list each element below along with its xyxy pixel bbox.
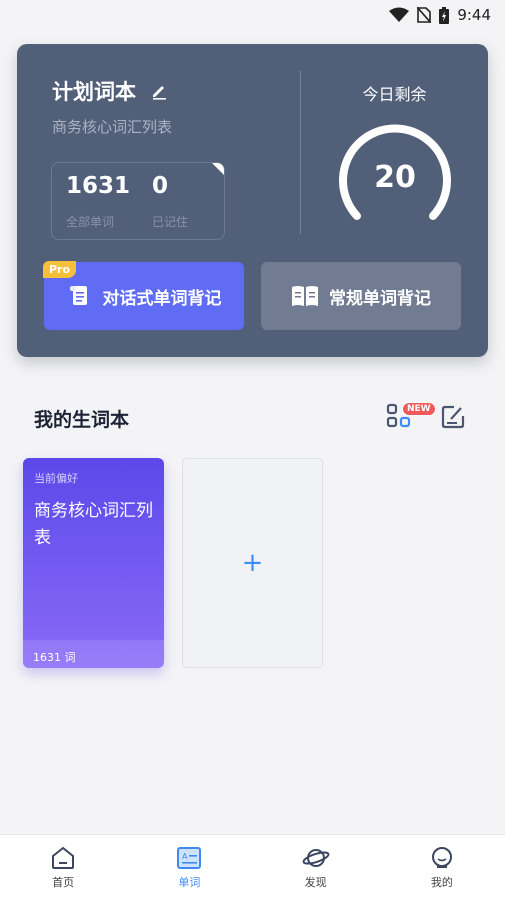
nav-label-home: 首页 xyxy=(52,876,75,889)
open-book-icon xyxy=(292,286,318,306)
no-sim-icon xyxy=(417,7,432,23)
status-bar: 9:44 xyxy=(0,0,505,30)
dialog-scroll-icon xyxy=(69,286,87,305)
memorized-label: 已记住 xyxy=(152,215,189,229)
plan-title: 计划词本 xyxy=(52,76,168,106)
preference-label: 当前偏好 xyxy=(34,472,78,485)
vocab-section-title: 我的生词本 xyxy=(34,409,130,431)
plan-subtitle: 商务核心词汇列表 xyxy=(52,118,173,136)
vocab-book-card[interactable]: 当前偏好 商务核心词汇列表 1631 词 xyxy=(23,458,164,668)
total-words: 1631 xyxy=(66,173,131,199)
clock: 9:44 xyxy=(457,6,491,24)
nav-item-profile[interactable]: 我的 xyxy=(379,835,505,897)
word-icon: A xyxy=(177,847,202,869)
profile-icon xyxy=(431,847,452,868)
svg-text:A: A xyxy=(182,852,188,861)
edit-pencil-icon[interactable] xyxy=(150,82,168,100)
book-word-count: 1631 词 xyxy=(23,640,164,668)
book-name: 商务核心词汇列表 xyxy=(34,501,153,548)
nav-label-profile: 我的 xyxy=(430,876,453,889)
memorized-count: 0 xyxy=(152,173,169,199)
corner-mark xyxy=(212,163,224,175)
note-edit-icon[interactable] xyxy=(440,404,466,430)
remaining-count: 20 xyxy=(374,160,416,195)
plan-title-text: 计划词本 xyxy=(52,80,136,104)
planet-icon xyxy=(302,849,330,867)
word-count-box[interactable]: 1631 全部单词 0 已记住 xyxy=(51,162,225,240)
nav-item-home[interactable]: 首页 xyxy=(0,835,126,897)
home-icon xyxy=(52,846,75,869)
dialog-memorize-button[interactable]: Pro 对话式单词背记 xyxy=(43,261,244,330)
plus-icon: + xyxy=(241,548,264,578)
add-book-button[interactable]: + xyxy=(182,458,323,668)
normal-memorize-button[interactable]: 常规单词背记 xyxy=(261,262,461,330)
nav-item-discover[interactable]: 发现 xyxy=(253,835,379,897)
bottom-nav: 首页 A 单词 发现 我的 xyxy=(0,834,505,897)
nav-item-words[interactable]: A 单词 xyxy=(126,835,252,897)
nav-label-discover: 发现 xyxy=(304,876,327,889)
remaining-label: 今日剩余 xyxy=(362,85,427,104)
wifi-icon xyxy=(389,7,410,22)
divider xyxy=(300,71,301,234)
normal-memorize-label: 常规单词背记 xyxy=(329,288,431,309)
new-badge: NEW xyxy=(402,402,436,416)
dialog-memorize-label: 对话式单词背记 xyxy=(102,288,222,309)
total-words-label: 全部单词 xyxy=(66,215,115,229)
plan-card: 计划词本 商务核心词汇列表 1631 全部单词 0 已记住 今日剩余 20 Pr… xyxy=(17,44,488,357)
pro-badge: Pro xyxy=(43,261,77,278)
nav-label-words: 单词 xyxy=(178,876,201,889)
battery-icon xyxy=(439,6,450,24)
